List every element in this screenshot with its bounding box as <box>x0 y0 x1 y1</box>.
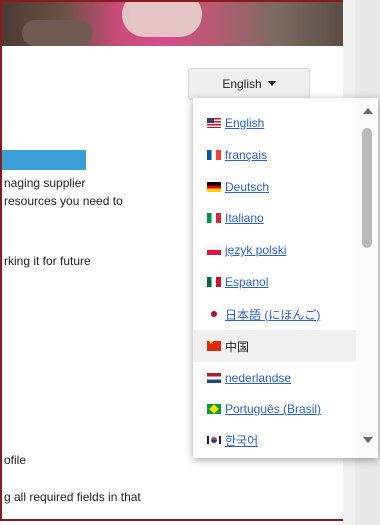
netherlands-flag-icon <box>207 373 221 383</box>
language-option-spanish[interactable]: Espanol <box>193 266 356 298</box>
language-option-label: nederlandse <box>225 371 292 385</box>
language-option-portuguese[interactable]: Português (Brasil) <box>193 393 356 425</box>
body-text-line: rking it for future <box>4 254 91 268</box>
caret-down-icon <box>267 80 276 86</box>
language-select-label: English <box>222 77 262 91</box>
language-option-label: Deutsch <box>225 180 270 194</box>
language-option-dutch[interactable]: nederlandse <box>193 362 356 394</box>
language-option-label: Espanol <box>225 275 269 289</box>
banner-shape <box>122 2 202 37</box>
language-select-button[interactable]: English <box>188 68 310 100</box>
language-option-label: français <box>225 148 268 162</box>
dropdown-scrollbar[interactable] <box>356 98 378 458</box>
language-option-polish[interactable]: język polski <box>193 234 356 266</box>
language-option-english[interactable]: English <box>193 107 356 139</box>
language-option-korean[interactable]: 한국어 <box>193 424 356 456</box>
language-option-chinese[interactable]: 中国 <box>193 330 356 362</box>
france-flag-icon <box>207 150 221 160</box>
scroll-up-arrow-icon[interactable] <box>363 108 373 114</box>
body-text-line: naging supplier <box>4 176 86 190</box>
mexico-flag-icon <box>207 277 221 287</box>
language-option-label: 中国 <box>225 339 250 354</box>
italy-flag-icon <box>207 213 221 223</box>
germany-flag-icon <box>207 182 221 192</box>
language-option-label: Português (Brasil) <box>225 402 322 416</box>
us-flag-icon <box>207 118 221 128</box>
language-option-label: 한국어 <box>225 433 259 448</box>
language-option-label: English <box>225 116 265 130</box>
poland-flag-icon <box>207 245 221 255</box>
body-text-line: resources you need to <box>4 194 123 208</box>
body-text-line: ofile <box>4 453 27 467</box>
language-option-label: Italiano <box>225 211 264 225</box>
language-option-label: język polski <box>225 243 287 257</box>
language-option-japanese[interactable]: 日本語 (にほんご) <box>193 298 356 330</box>
language-option-german[interactable]: Deutsch <box>193 171 356 203</box>
china-flag-icon <box>207 341 221 351</box>
japan-flag-icon <box>207 309 221 319</box>
scroll-down-arrow-icon[interactable] <box>363 437 373 443</box>
scroll-thumb[interactable] <box>362 128 372 248</box>
language-option-italian[interactable]: Italiano <box>193 202 356 234</box>
language-option-french[interactable]: français <box>193 139 356 171</box>
language-option-label: 日本語 (にほんご) <box>225 307 321 322</box>
banner-shape <box>22 20 92 46</box>
body-text-line: g all required fields in that <box>4 490 141 504</box>
brazil-flag-icon <box>207 404 221 414</box>
language-dropdown-menu: English français Deutsch Italiano język … <box>193 98 378 458</box>
header-banner-image <box>2 2 343 46</box>
korea-flag-icon <box>207 435 221 445</box>
section-heading-bar <box>2 150 86 170</box>
